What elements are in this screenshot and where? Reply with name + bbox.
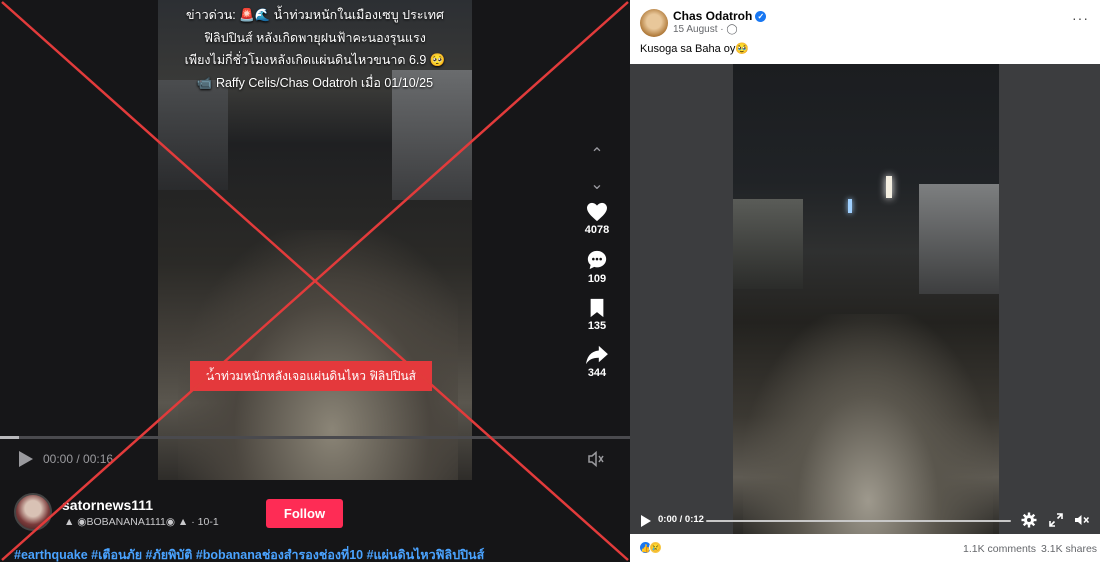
video-frame xyxy=(733,64,999,534)
video-caption: ข่าวด่วน: 🚨🌊 น้ำท่วมหนักในเมืองเซบู ประเ… xyxy=(160,4,470,94)
video-streetlight xyxy=(886,176,892,198)
post-footer: 👍 😢 1.1K comments 3.1K shares xyxy=(630,534,1100,562)
chevron-down-icon[interactable]: ⌄ xyxy=(572,170,622,200)
tiktok-panel: ข่าวด่วน: 🚨🌊 น้ำท่วมหนักในเมืองเซบู ประเ… xyxy=(0,0,630,562)
fullscreen-icon[interactable] xyxy=(1049,513,1063,527)
video-progress-track[interactable] xyxy=(706,520,1011,522)
caption-line: เพียงไม่กี่ชั่วโมงหลังเกิดแผ่นดินไหวขนาด… xyxy=(184,53,446,67)
left-gutter xyxy=(0,0,158,480)
username[interactable]: satornews111 xyxy=(62,497,153,513)
share-icon xyxy=(586,345,608,365)
volume-icon[interactable] xyxy=(586,449,606,469)
follow-button[interactable]: Follow xyxy=(266,499,343,528)
video-building-left xyxy=(733,199,803,289)
video-flood-water xyxy=(178,230,458,480)
post-caption: Kusoga sa Baha oy🥹 xyxy=(640,43,750,55)
player-controls: 0:00 / 0:12 xyxy=(630,508,1100,534)
comments-count: 109 xyxy=(587,273,607,285)
comments-count[interactable]: 1.1K comments xyxy=(963,543,1036,555)
gear-icon[interactable] xyxy=(1021,512,1037,528)
saves-count: 135 xyxy=(587,320,607,332)
action-rail: ⌃ ⌄ 4078 109 135 344 xyxy=(572,140,622,383)
heart-icon xyxy=(587,202,607,222)
player-controls: 00:00 / 00:16 xyxy=(0,446,630,474)
play-icon[interactable] xyxy=(641,515,651,527)
caption-line: 📹 Raffy Celis/Chas Odatroh เมื่อ 01/10/2… xyxy=(196,75,434,90)
bookmark-icon xyxy=(590,298,604,318)
likes-count: 4078 xyxy=(584,224,610,236)
avatar[interactable] xyxy=(14,493,52,531)
video-progress-fill xyxy=(0,436,19,439)
like-action[interactable]: 4078 xyxy=(572,202,622,240)
caption-line: ข่าวด่วน: 🚨🌊 น้ำท่วมหนักในเมืองเซบู ประเ… xyxy=(186,8,444,22)
post-date[interactable]: 15 August · ◯ xyxy=(673,24,738,35)
video-text-banner: น้ำท่วมหนักหลังเจอแผ่นดินไหว ฟิลิปปินส์ xyxy=(190,361,432,391)
comment-action[interactable]: 109 xyxy=(572,249,622,289)
video-blue-light xyxy=(848,199,852,213)
sad-reaction-icon[interactable]: 😢 xyxy=(649,541,662,554)
playback-time: 0:00 / 0:12 xyxy=(658,514,704,525)
mute-icon[interactable] xyxy=(1074,513,1090,527)
avatar[interactable] xyxy=(640,9,668,37)
author-name-text: Chas Odatroh xyxy=(673,9,753,23)
post-date-text: 15 August · xyxy=(673,24,727,35)
comparison-screenshot: ข่าวด่วน: 🚨🌊 น้ำท่วมหนักในเมืองเซบู ประเ… xyxy=(0,0,1100,562)
shares-count: 344 xyxy=(587,367,607,379)
play-icon[interactable] xyxy=(19,451,33,467)
playback-time: 00:00 / 00:16 xyxy=(43,452,114,466)
globe-icon: ◯ xyxy=(726,24,738,35)
shares-count[interactable]: 3.1K shares xyxy=(1041,543,1097,555)
more-options-icon[interactable]: ··· xyxy=(1072,10,1089,26)
comment-icon xyxy=(587,250,607,270)
chevron-up-icon[interactable]: ⌃ xyxy=(572,140,622,170)
user-subtitle: ▲ ◉BOBANANA1111◉ ▲ · 10-1 xyxy=(64,516,219,528)
video-flood-water xyxy=(743,314,993,534)
save-action[interactable]: 135 xyxy=(572,298,622,336)
verified-badge-icon: ✓ xyxy=(755,11,767,22)
facebook-panel: Chas Odatroh ✓ 15 August · ◯ ··· Kusoga s… xyxy=(630,0,1100,562)
facebook-video[interactable] xyxy=(630,64,1100,534)
share-action[interactable]: 344 xyxy=(572,345,622,383)
hashtags[interactable]: #earthquake #เตือนภัย #ภัยพิบัติ #bobana… xyxy=(14,545,484,562)
video-house-left xyxy=(158,80,228,190)
author-name[interactable]: Chas Odatroh ✓ xyxy=(673,9,767,23)
caption-line: ฟิลิปปินส์ หลังเกิดพายุฝนฟ้าคะนองรุนแรง xyxy=(204,30,426,45)
video-progress-track[interactable] xyxy=(0,436,630,439)
video-building-right xyxy=(919,184,999,294)
